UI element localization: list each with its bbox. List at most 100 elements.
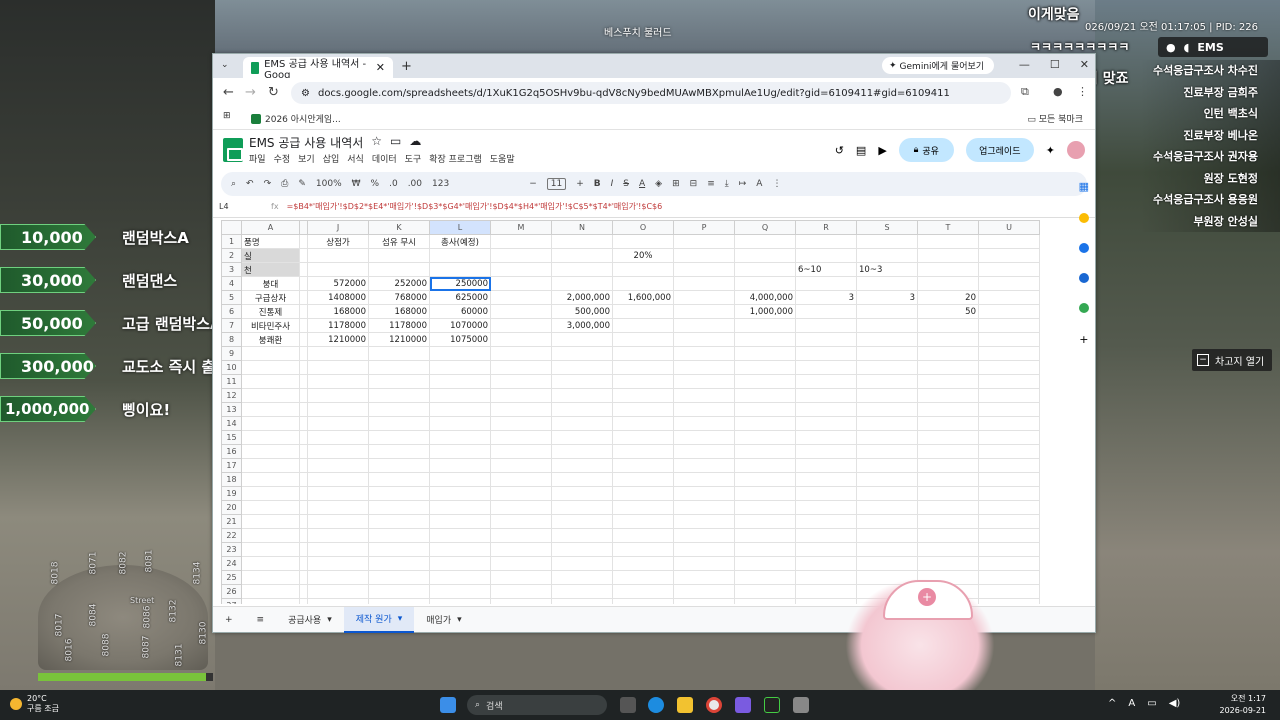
undo-icon[interactable]: ↶ [246, 179, 254, 189]
cell[interactable] [795, 276, 857, 291]
cell[interactable] [856, 248, 918, 263]
cell[interactable] [368, 472, 430, 487]
cell[interactable] [429, 430, 491, 445]
cell[interactable] [917, 262, 979, 277]
cell[interactable] [299, 248, 308, 263]
tab-menu-icon[interactable]: ▾ [457, 615, 462, 625]
history-icon[interactable]: ↺ [835, 144, 844, 157]
cell[interactable] [917, 556, 979, 571]
tab-search-icon[interactable]: ⌄ [221, 60, 229, 70]
row-number[interactable]: 10 [221, 360, 242, 375]
cell[interactable] [490, 472, 552, 487]
cell[interactable] [673, 402, 735, 417]
cell[interactable] [673, 360, 735, 375]
menu-insert[interactable]: 삽입 [323, 152, 340, 165]
cell[interactable] [978, 360, 1040, 375]
forward-icon[interactable]: → [245, 85, 256, 100]
cell[interactable] [795, 556, 857, 571]
start-icon[interactable] [440, 697, 456, 713]
cell[interactable] [795, 542, 857, 557]
row-number[interactable]: 4 [221, 276, 242, 291]
cell[interactable] [551, 556, 613, 571]
cell[interactable] [241, 514, 300, 529]
menu-tools[interactable]: 도구 [405, 152, 422, 165]
cell[interactable] [429, 360, 491, 375]
cell[interactable] [299, 500, 308, 515]
cell[interactable] [299, 276, 308, 291]
cell[interactable] [734, 346, 796, 361]
cell[interactable] [917, 514, 979, 529]
font-size-input[interactable]: 11 [546, 178, 567, 190]
cell[interactable] [734, 248, 796, 263]
cell[interactable] [307, 360, 369, 375]
cell[interactable] [490, 290, 552, 305]
column-header[interactable]: R [795, 220, 857, 235]
cell[interactable] [241, 430, 300, 445]
cell[interactable] [856, 346, 918, 361]
all-bookmarks-button[interactable]: ▭ 모든 북마크 [1027, 112, 1083, 125]
app-icon[interactable] [764, 697, 780, 713]
cell[interactable] [307, 472, 369, 487]
ime-icon[interactable]: A [1128, 698, 1135, 709]
row-number[interactable]: 24 [221, 556, 242, 571]
weather-widget[interactable]: 20°C 구름 조금 [10, 694, 59, 714]
taskbar-clock[interactable]: 오전 1:17 2026-09-21 [1220, 693, 1267, 717]
cell[interactable]: 3 [795, 290, 857, 305]
star-icon[interactable]: ☆ [371, 134, 382, 151]
cell[interactable] [551, 500, 613, 515]
cell[interactable] [490, 430, 552, 445]
cell[interactable] [490, 500, 552, 515]
cell[interactable] [978, 234, 1040, 249]
cell[interactable] [429, 346, 491, 361]
cell[interactable] [490, 416, 552, 431]
cell[interactable] [241, 360, 300, 375]
cell[interactable] [978, 542, 1040, 557]
cell[interactable] [795, 248, 857, 263]
edge-icon[interactable] [648, 697, 664, 713]
cell[interactable] [551, 262, 613, 277]
cell[interactable] [795, 514, 857, 529]
cell[interactable] [241, 486, 300, 501]
cell[interactable] [612, 360, 674, 375]
cell[interactable] [490, 374, 552, 389]
cell[interactable] [429, 528, 491, 543]
cell[interactable] [856, 528, 918, 543]
cell[interactable]: 1178000 [307, 318, 369, 333]
cell[interactable] [551, 458, 613, 473]
cell[interactable]: 168000 [368, 304, 430, 319]
cell[interactable] [734, 388, 796, 403]
menu-edit[interactable]: 수정 [274, 152, 291, 165]
cell[interactable] [673, 332, 735, 347]
formula-input[interactable]: =$B4*'매입가'!$D$2*$E4*'매입가'!$D$3*$G4*'매입가'… [287, 201, 663, 212]
cell[interactable] [307, 514, 369, 529]
cell[interactable]: 1070000 [429, 318, 491, 333]
cell[interactable] [612, 500, 674, 515]
cell[interactable] [612, 486, 674, 501]
cell[interactable] [856, 276, 918, 291]
cell[interactable] [673, 458, 735, 473]
cell[interactable] [917, 276, 979, 291]
cell[interactable] [856, 458, 918, 473]
cell[interactable] [917, 388, 979, 403]
cell[interactable] [612, 332, 674, 347]
cell[interactable] [307, 402, 369, 417]
cell[interactable] [978, 304, 1040, 319]
align-icon[interactable]: ≡ [707, 179, 715, 189]
cell[interactable] [307, 584, 369, 599]
cell[interactable] [612, 556, 674, 571]
cell[interactable] [612, 472, 674, 487]
cell[interactable] [307, 262, 369, 277]
maximize-icon[interactable]: ☐ [1050, 58, 1060, 71]
cell[interactable] [612, 346, 674, 361]
cell[interactable] [795, 430, 857, 445]
cell[interactable] [368, 570, 430, 585]
column-header[interactable]: T [917, 220, 979, 235]
menu-extensions[interactable]: 확장 프로그램 [429, 152, 482, 165]
cell[interactable] [490, 542, 552, 557]
cell[interactable] [978, 486, 1040, 501]
cell[interactable] [673, 430, 735, 445]
menu-icon[interactable]: ⋮ [1077, 85, 1088, 98]
cell[interactable] [307, 598, 369, 604]
cell[interactable] [978, 458, 1040, 473]
cell[interactable] [299, 472, 308, 487]
